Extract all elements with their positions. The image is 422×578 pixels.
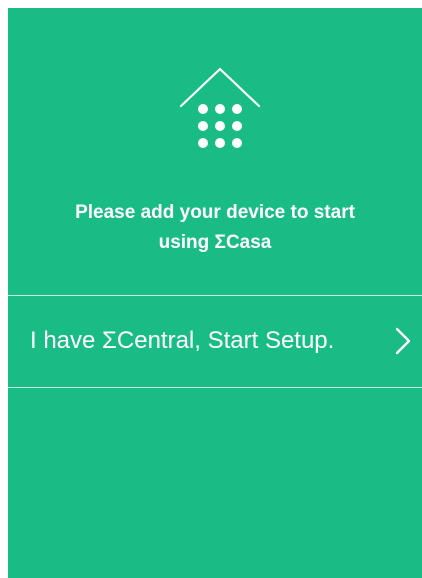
setup-screen: Please add your device to start using ΣC… xyxy=(8,8,422,578)
chevron-right-icon xyxy=(395,327,411,355)
welcome-message-line-2: using ΣCasa xyxy=(158,232,272,253)
start-setup-button[interactable]: I have ΣCentral, Start Setup. xyxy=(8,296,422,387)
divider-bottom xyxy=(8,387,422,388)
welcome-message: Please add your device to start using ΣC… xyxy=(8,198,422,258)
house-keypad-icon xyxy=(179,67,261,148)
welcome-message-line-1: Please add your device to start xyxy=(75,202,355,223)
start-setup-label: I have ΣCentral, Start Setup. xyxy=(30,327,335,354)
